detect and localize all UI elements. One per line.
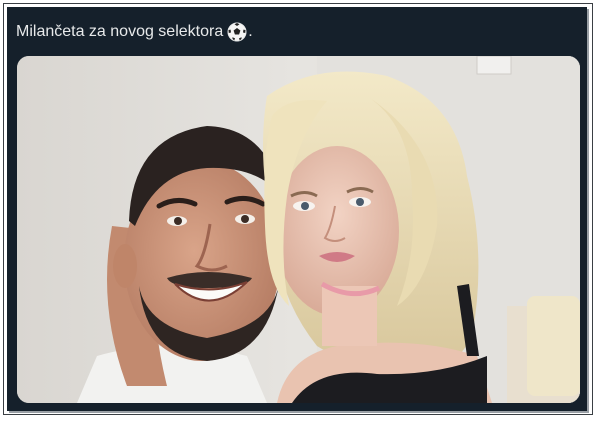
tweet-photo[interactable] bbox=[17, 56, 580, 403]
tweet-text: Milančeta za novog selektora . bbox=[16, 20, 253, 44]
tweet-text-body: Milančeta za novog selektora bbox=[16, 23, 224, 40]
selfie-photo bbox=[17, 56, 580, 403]
soccer-ball-icon bbox=[227, 22, 247, 42]
tweet-text-trailing: . bbox=[248, 23, 253, 40]
tweet-card: Milančeta za novog selektora . bbox=[7, 7, 587, 411]
